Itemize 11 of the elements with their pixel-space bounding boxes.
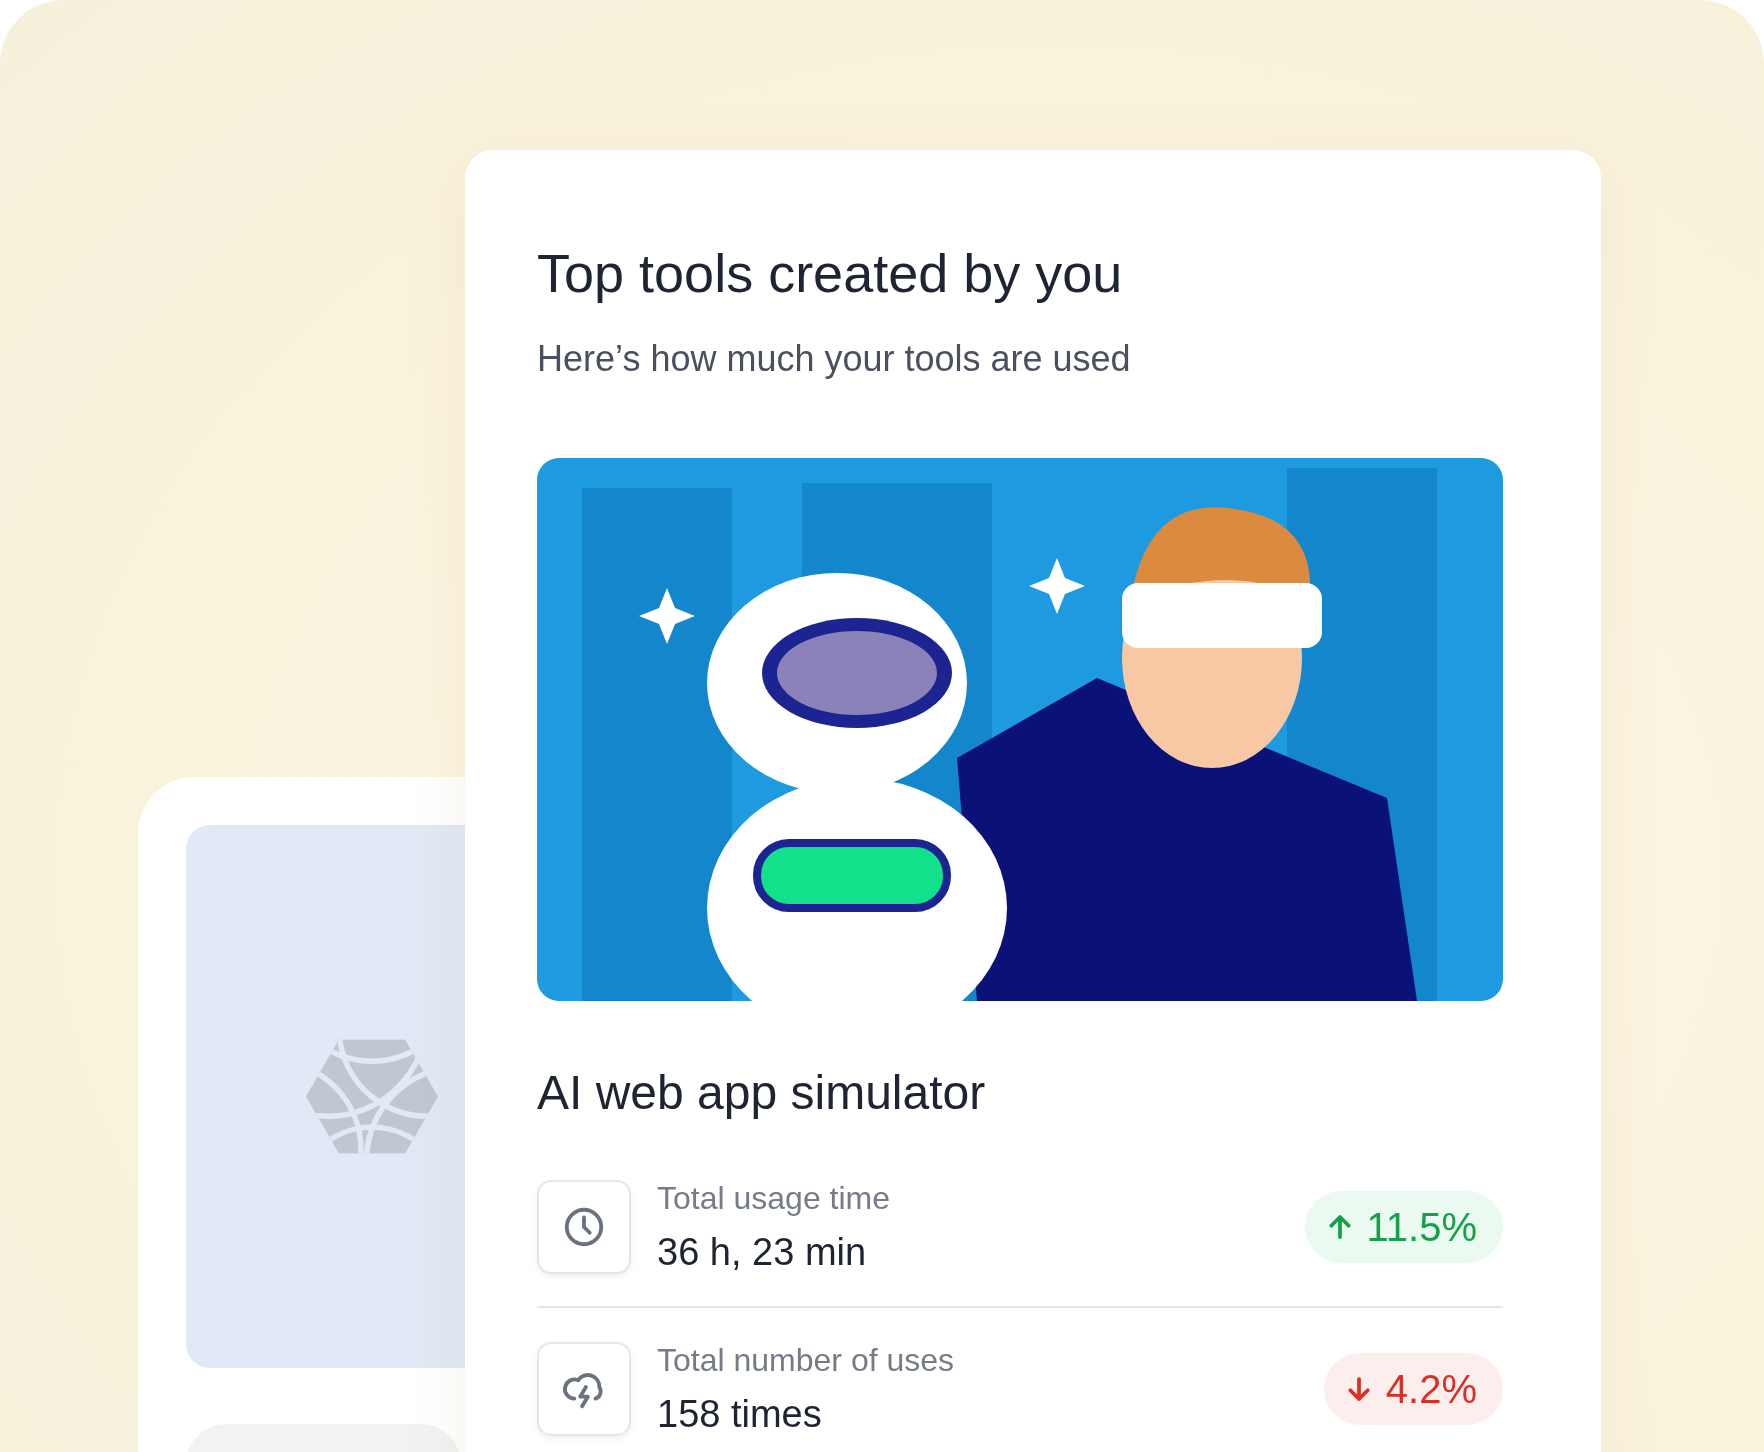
card-subtitle: Here’s how much your tools are used — [537, 338, 1132, 380]
change-badge: 11.5% — [1304, 1191, 1503, 1263]
clock-icon — [537, 1180, 631, 1274]
stat-value: 36 h, 23 min — [657, 1231, 868, 1274]
change-badge: 4.2% — [1323, 1353, 1503, 1425]
stat-value: 158 times — [657, 1393, 823, 1436]
stat-label: Total usage time — [657, 1180, 891, 1217]
tool-name: AI web app simulator — [537, 1065, 987, 1120]
card-title: Top tools created by you — [537, 242, 1124, 304]
storm-cloud-icon — [537, 1342, 631, 1436]
stat-label: Total number of uses — [657, 1342, 956, 1379]
